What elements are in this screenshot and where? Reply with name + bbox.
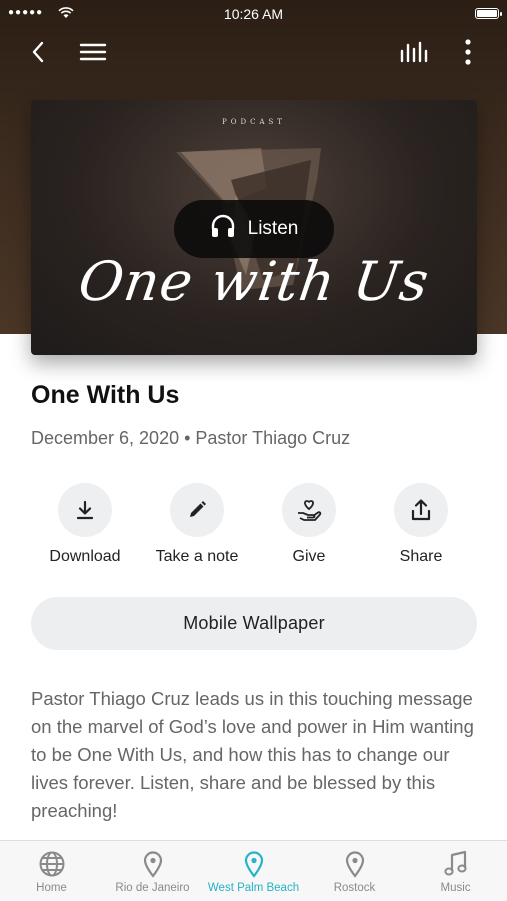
- top-nav: [0, 28, 507, 76]
- take-note-action[interactable]: Take a note: [141, 483, 253, 566]
- give-label: Give: [292, 548, 326, 565]
- hamburger-menu-icon[interactable]: [77, 36, 109, 68]
- location-pin-icon: [203, 849, 304, 879]
- mobile-wallpaper-button[interactable]: Mobile Wallpaper: [31, 597, 477, 650]
- cover-brand-text: PODCAST: [222, 118, 286, 126]
- tab-rio-de-janeiro[interactable]: Rio de Janeiro: [102, 849, 203, 894]
- download-label: Download: [49, 548, 121, 565]
- cover-script-title: One with Us: [74, 250, 434, 313]
- tab-label: Music: [440, 882, 471, 894]
- sermon-title: One With Us: [31, 381, 180, 409]
- tab-label: Home: [36, 882, 67, 894]
- back-chevron-icon[interactable]: [22, 36, 54, 68]
- share-label: Share: [399, 548, 443, 565]
- tab-label: Rio de Janeiro: [115, 882, 190, 894]
- tab-rostock[interactable]: Rostock: [304, 849, 405, 894]
- location-pin-icon: [304, 849, 405, 879]
- share-icon: [394, 483, 448, 537]
- tab-label: West Palm Beach: [207, 882, 300, 894]
- download-action[interactable]: Download: [29, 483, 141, 566]
- location-pin-icon: [102, 849, 203, 879]
- take-note-label: Take a note: [155, 548, 239, 565]
- download-icon: [58, 483, 112, 537]
- tab-home[interactable]: Home: [1, 849, 102, 894]
- status-time: 10:26 AM: [223, 6, 284, 22]
- give-heart-hand-icon: [282, 483, 336, 537]
- sermon-description: Pastor Thiago Cruz leads us in this touc…: [31, 688, 474, 821]
- headphones-icon: [210, 213, 236, 245]
- sermon-meta: December 6, 2020 • Pastor Thiago Cruz: [31, 428, 351, 448]
- tab-bar: Home Rio de Janeiro West Palm Beach Rost…: [0, 840, 507, 901]
- pencil-icon: [170, 483, 224, 537]
- action-row: Download Take a note Give Share: [29, 483, 477, 573]
- music-note-icon: [405, 849, 506, 879]
- listen-button[interactable]: Listen: [174, 200, 334, 258]
- tab-west-palm-beach[interactable]: West Palm Beach: [203, 849, 304, 894]
- globe-icon: [1, 849, 102, 879]
- audio-bars-icon[interactable]: [398, 36, 430, 68]
- give-action[interactable]: Give: [253, 483, 365, 566]
- tab-music[interactable]: Music: [405, 849, 506, 894]
- more-vertical-icon[interactable]: [452, 36, 484, 68]
- battery-icon: [475, 8, 502, 19]
- tab-label: Rostock: [333, 882, 376, 894]
- share-action[interactable]: Share: [365, 483, 477, 566]
- listen-label: Listen: [247, 218, 299, 239]
- status-bar: ●●●●● 10:26 AM: [0, 0, 507, 28]
